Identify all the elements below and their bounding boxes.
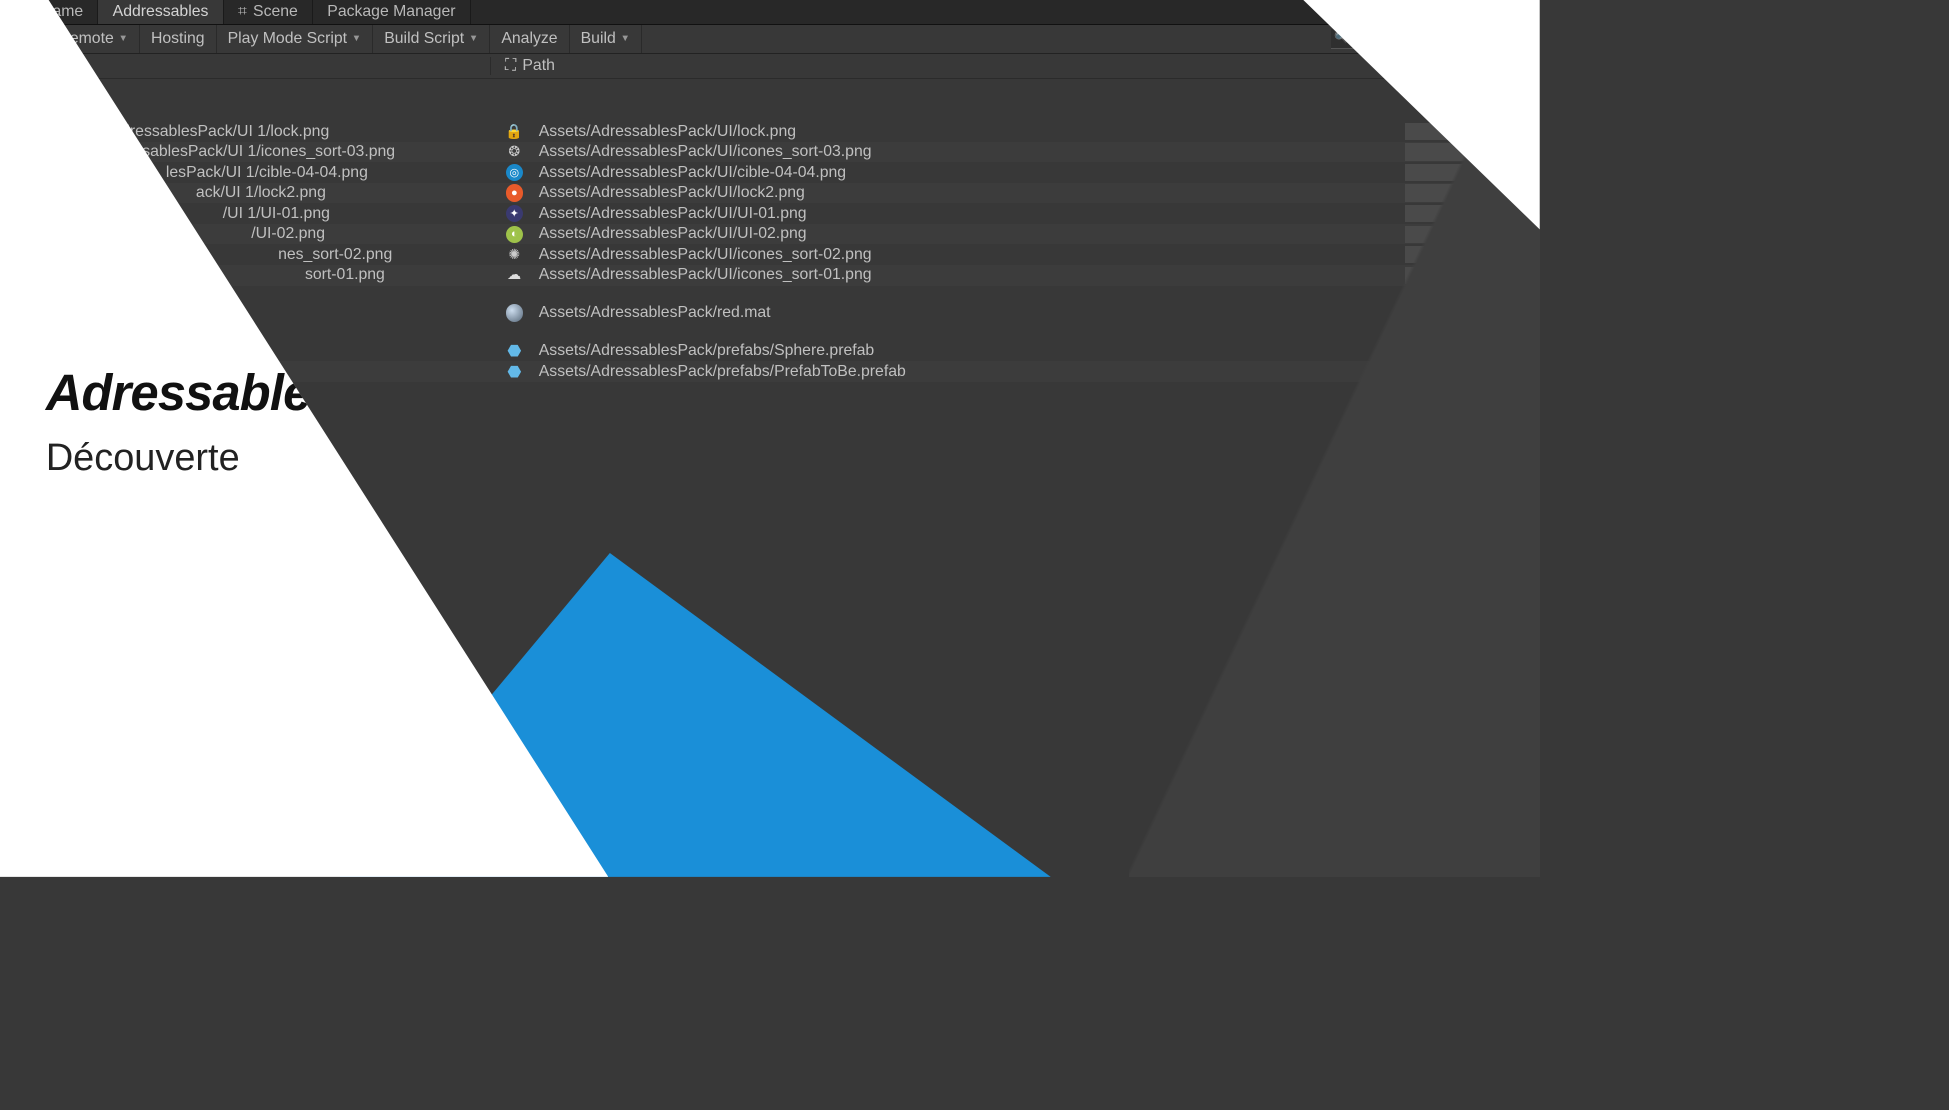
asset-row[interactable]: lesPack/UI 1/cible-04-04.png ◎ Assets/Ad… xyxy=(0,162,1540,183)
prefab-icon: ⬣ xyxy=(507,341,521,361)
asset-path: Assets/AdressablesPack/UI/icones_sort-02… xyxy=(539,246,872,263)
asset-address: ssablesPack/UI 1/icones_sort-03.png xyxy=(134,143,395,160)
chevron-down-icon: ▼ xyxy=(469,33,478,44)
analyze-button[interactable]: Analyze xyxy=(490,25,569,52)
cloud-icon: ☁ xyxy=(507,267,521,283)
column-path-label: Path xyxy=(522,57,555,75)
asset-row[interactable]: AdressablesPack/UI 1/lock.png 🔒 Assets/A… xyxy=(0,121,1540,142)
asset-path: Assets/AdressablesPack/UI/UI-02.png xyxy=(539,225,807,242)
play-mode-dropdown[interactable]: Play Mode Script ▼ xyxy=(217,25,374,52)
toolbar: Profile: remote ▼ Hosting Play Mode Scri… xyxy=(0,25,1540,53)
path-icon: ⛶ xyxy=(505,57,516,75)
asset-address: lesPack/UI 1/cible-04-04.png xyxy=(166,164,368,181)
asset-row[interactable]: nes_sort-02.png ✺ Assets/AdressablesPack… xyxy=(0,244,1540,265)
asset-path: Assets/AdressablesPack/UI/UI-01.png xyxy=(539,205,807,222)
tab-addressables[interactable]: Addressables xyxy=(98,0,223,24)
tab-label: Addressables xyxy=(113,3,209,21)
build-script-label: Build Script xyxy=(384,30,464,48)
column-headers: et Address ⛶ Path xyxy=(0,54,1540,79)
tab-label: Package Manager xyxy=(327,3,455,21)
earth-icon: ◐ xyxy=(506,226,523,243)
asset-path: Assets/AdressablesPack/UI/icones_sort-03… xyxy=(539,143,872,160)
prefab-icon: ⬣ xyxy=(507,362,521,382)
asset-address: /UI 1/UI-01.png xyxy=(223,205,330,222)
badge-icon: ● xyxy=(506,184,523,201)
label-field[interactable] xyxy=(1405,267,1522,284)
asset-row[interactable]: ack/UI 1/lock2.png ● Assets/AdressablesP… xyxy=(0,183,1540,204)
analyze-label: Analyze xyxy=(501,30,557,48)
tab-label: Scene xyxy=(253,3,298,21)
lock-icon: 🔒 xyxy=(505,124,523,140)
asset-path: Assets/AdressablesPack/UI/icones_sort-01… xyxy=(539,266,872,283)
asset-path: Assets/AdressablesPack/prefabs/Sphere.pr… xyxy=(539,342,874,359)
build-dropdown[interactable]: Build ▼ xyxy=(570,25,642,52)
asset-row[interactable]: ssablesPack/UI 1/icones_sort-03.png ❂ As… xyxy=(0,142,1540,163)
overlay-subtitle: Découverte xyxy=(46,437,608,480)
build-script-dropdown[interactable]: Build Script ▼ xyxy=(373,25,490,52)
scene-icon: ⌗ xyxy=(238,3,247,21)
asset-address: ack/UI 1/lock2.png xyxy=(196,184,326,201)
swirl-icon: ❂ xyxy=(508,144,520,160)
build-label: Build xyxy=(581,30,616,48)
asset-row[interactable]: /UI 1/UI-01.png ✦ Assets/AdressablesPack… xyxy=(0,203,1540,224)
asset-row[interactable]: sort-01.png ☁ Assets/AdressablesPack/UI/… xyxy=(0,265,1540,286)
chevron-down-icon: ▼ xyxy=(352,33,361,44)
asset-path: Assets/AdressablesPack/UI/cible-04-04.pn… xyxy=(539,164,846,181)
asset-address: nes_sort-02.png xyxy=(278,246,392,263)
label-field[interactable] xyxy=(1405,363,1522,380)
asset-path: Assets/AdressablesPack/prefabs/PrefabToB… xyxy=(539,363,906,380)
play-mode-label: Play Mode Script xyxy=(228,30,347,48)
group-default[interactable]: Default) xyxy=(0,100,1540,121)
group-data[interactable]: In Data xyxy=(0,79,1540,100)
asset-address: sort-01.png xyxy=(305,266,385,283)
target-icon: ◎ xyxy=(506,164,523,181)
asset-address: /UI-02.png xyxy=(251,225,325,242)
hosting-button[interactable]: Hosting xyxy=(140,25,217,52)
label-field[interactable] xyxy=(1405,304,1522,321)
spark-icon: ✺ xyxy=(508,247,520,263)
chevron-down-icon: ▼ xyxy=(119,33,128,44)
label-field[interactable] xyxy=(1405,246,1522,263)
label-field[interactable] xyxy=(1405,342,1522,359)
tab-package-manager[interactable]: Package Manager xyxy=(313,0,471,24)
label-field[interactable] xyxy=(1405,205,1522,222)
material-icon xyxy=(506,304,523,321)
asset-path: Assets/AdressablesPack/red.mat xyxy=(539,304,771,321)
hosting-label: Hosting xyxy=(151,30,205,48)
asset-path: Assets/AdressablesPack/UI/lock.png xyxy=(539,123,796,140)
asset-address: AdressablesPack/UI 1/lock.png xyxy=(111,123,330,140)
wings-icon: ✦ xyxy=(506,205,523,222)
label-field[interactable] xyxy=(1405,226,1522,243)
asset-path: Assets/AdressablesPack/UI/lock2.png xyxy=(539,184,805,201)
tab-scene[interactable]: ⌗ Scene xyxy=(224,0,313,24)
asset-row[interactable]: /UI-02.png ◐ Assets/AdressablesPack/UI/U… xyxy=(0,224,1540,245)
chevron-down-icon: ▼ xyxy=(621,33,630,44)
